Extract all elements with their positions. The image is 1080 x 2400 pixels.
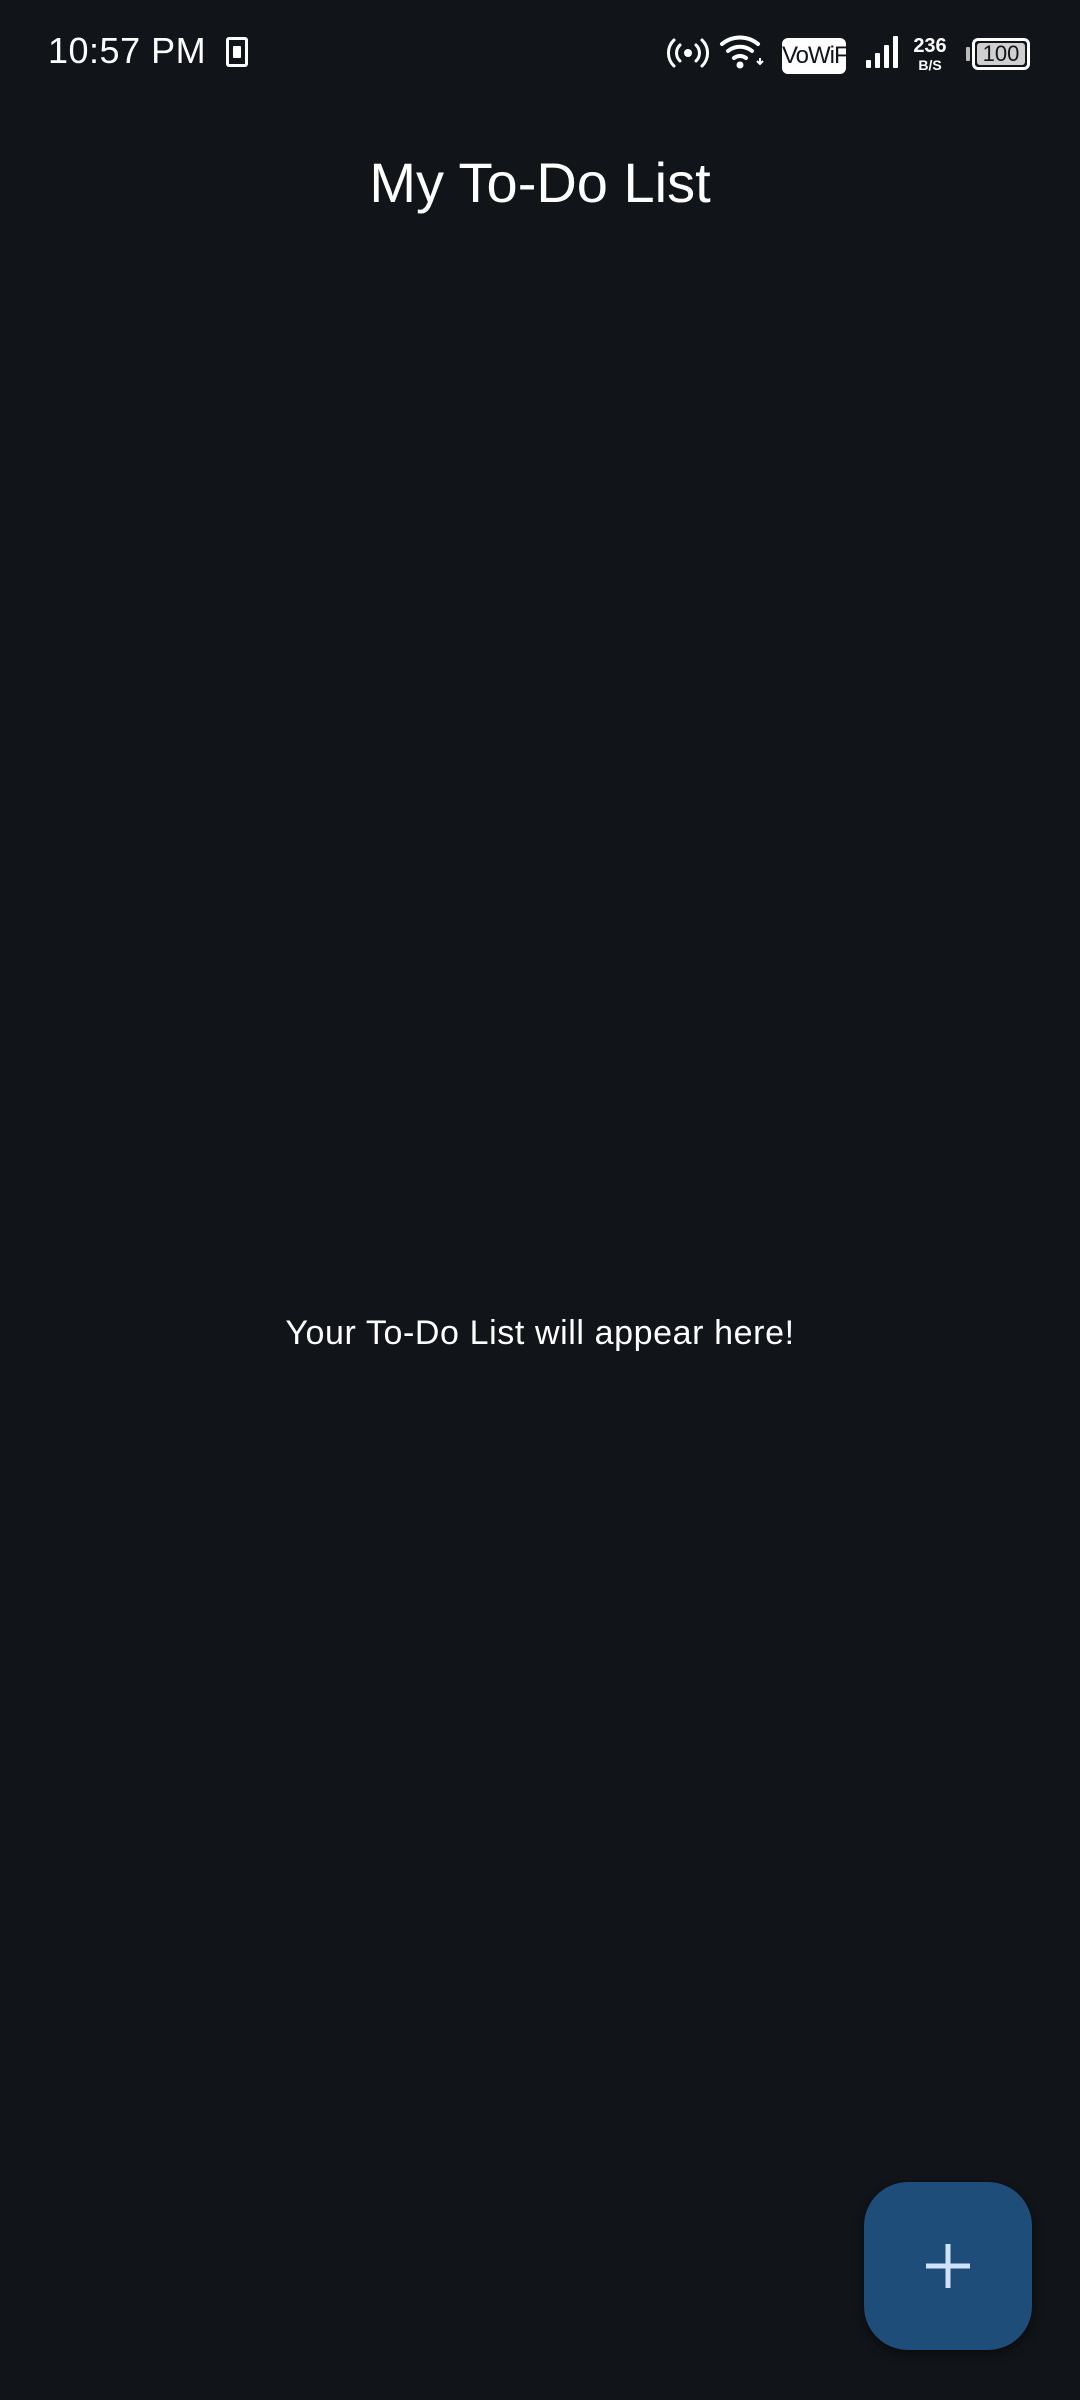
battery-tip [966,47,970,61]
hotspot-icon [667,38,709,68]
battery-body: 100 [972,38,1030,70]
battery-icon: 100 [966,38,1030,70]
status-time: 10:57 PM [48,30,207,71]
battery-level: 100 [977,43,1025,65]
screen: 10:57 PM VoWiFi 236 B/S 100 My To-Do Lis… [0,0,1080,2400]
empty-state-message: Your To-Do List will appear here! [285,1314,795,1352]
network-speed-unit: B/S [918,57,942,73]
network-speed: 236 B/S [910,36,950,72]
network-speed-value: 236 [913,35,947,57]
signal-icon [866,36,898,68]
status-bar: 10:57 PM VoWiFi 236 B/S 100 [0,0,1080,110]
wifi-icon [720,35,764,69]
page-title: My To-Do List [369,151,711,214]
sim-card-icon [226,37,248,67]
add-task-button[interactable] [864,2182,1032,2350]
plus-icon [926,2244,970,2288]
vowifi-badge: VoWiFi [782,38,853,74]
